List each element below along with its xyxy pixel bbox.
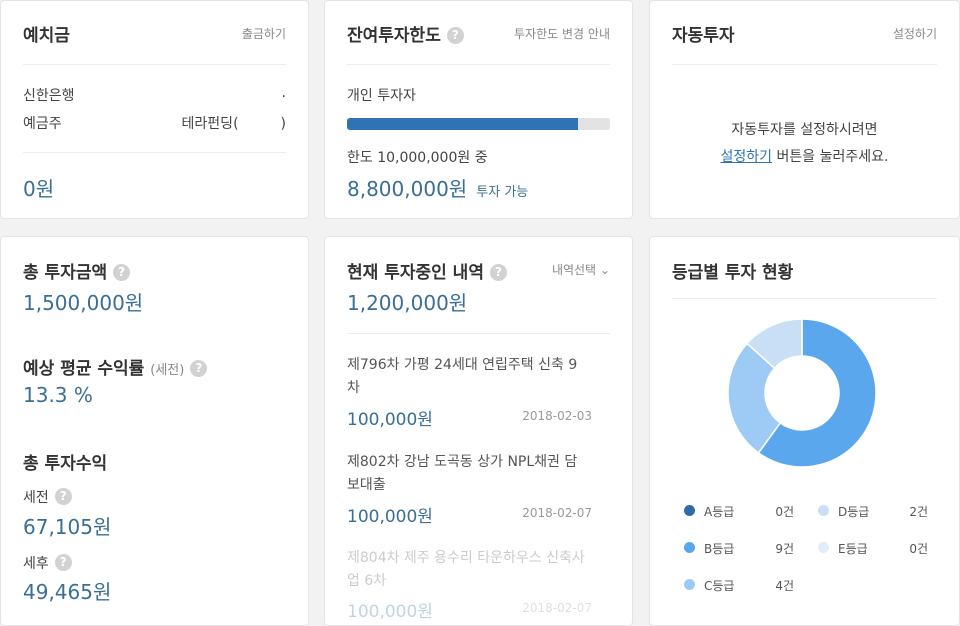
legend-dot xyxy=(684,505,695,516)
holder-label: 예금주 xyxy=(23,116,62,132)
investment-limit-card: 잔여투자한도? 투자한도 변경 안내 개인 투자자 한도 10,000,000원… xyxy=(324,0,633,219)
history-select-dropdown[interactable]: 내역선택 ⌄ xyxy=(552,261,610,278)
total-invest-value: 1,500,000원 xyxy=(23,291,144,315)
investor-type: 개인 투자자 xyxy=(347,88,416,104)
help-icon[interactable]: ? xyxy=(190,360,208,377)
auto-setup-link[interactable]: 설정하기 xyxy=(893,25,937,42)
legend-dot xyxy=(684,579,695,590)
avg-rate-label: 예상 평균 수익률 (세전)? xyxy=(23,354,208,379)
auto-invest-card: 자동투자 설정하기 자동투자를 설정하시려면 설정하기 버튼을 눌러주세요. xyxy=(649,0,960,219)
limit-title-text: 잔여투자한도 xyxy=(347,26,441,46)
limit-title: 잔여투자한도? xyxy=(347,21,464,46)
aftertax-value: 49,465원 xyxy=(23,580,112,604)
grade-donut-chart xyxy=(727,318,877,468)
legend-name: B등급 xyxy=(704,542,735,556)
legend-item-a: A등급 0건 xyxy=(684,503,794,519)
limit-change-guide-link[interactable]: 투자한도 변경 안내 xyxy=(514,25,610,42)
avg-rate-label-text: 예상 평균 수익률 xyxy=(23,359,145,379)
divider xyxy=(23,152,286,153)
legend-item-d: D등급 2건 xyxy=(818,503,928,519)
holder-name: 테라펀딩( xyxy=(181,116,239,132)
auto-message-line1: 자동투자를 설정하시려면 xyxy=(731,122,878,138)
legend-count: 4건 xyxy=(775,579,794,593)
auto-message-rest: 버튼을 눌러주세요. xyxy=(772,149,889,165)
help-icon[interactable]: ? xyxy=(113,264,131,281)
total-invest-label: 총 투자금액? xyxy=(23,258,131,283)
help-icon[interactable]: ? xyxy=(446,27,464,44)
help-icon[interactable]: ? xyxy=(54,488,72,505)
legend-name: E등급 xyxy=(838,542,868,556)
grade-title: 등급별 투자 현황 xyxy=(672,263,794,283)
history-select-label: 내역선택 xyxy=(551,263,597,277)
grade-distribution-card: 등급별 투자 현황 A등급 0건 D등급 2건 B등급 9건 E등급 0건 C등… xyxy=(649,236,960,626)
limit-progress-fill xyxy=(347,118,579,130)
investment-item-date: 2018-02-07 xyxy=(522,506,592,520)
chevron-down-icon: ⌄ xyxy=(599,263,610,277)
current-title: 현재 투자중인 내역? xyxy=(347,258,507,283)
help-icon[interactable]: ? xyxy=(54,554,72,571)
holder-name-end: ) xyxy=(280,116,286,132)
legend-name: A등급 xyxy=(704,505,735,519)
auto-message-line2: 설정하기 버튼을 눌러주세요. xyxy=(650,146,959,166)
bank-account-value: . xyxy=(281,85,286,101)
deposit-card: 예치금 출금하기 신한은행 . 예금주 테라펀딩() 0원 xyxy=(0,0,309,219)
withdraw-link[interactable]: 출금하기 xyxy=(242,25,286,42)
deposit-title: 예치금 xyxy=(23,26,70,46)
investment-item-date: 2018-02-03 xyxy=(522,409,592,423)
investment-summary-card: 총 투자금액? 1,500,000원 예상 평균 수익률 (세전)? 13.3 … xyxy=(0,236,309,626)
bank-label: 신한은행 xyxy=(23,88,75,104)
avg-rate-suffix: (세전) xyxy=(150,363,185,378)
current-title-text: 현재 투자중인 내역 xyxy=(347,263,484,283)
pretax-label-text: 세전 xyxy=(23,490,49,506)
investment-item-amount: 100,000원 xyxy=(347,507,433,527)
legend-count: 9건 xyxy=(775,542,794,556)
pretax-label: 세전? xyxy=(23,487,72,507)
legend-count: 0건 xyxy=(909,542,928,556)
current-investments-card: 현재 투자중인 내역? 내역선택 ⌄ 1,200,000원 제796차 가평 2… xyxy=(324,236,633,626)
divider xyxy=(672,298,937,299)
total-invest-label-text: 총 투자금액 xyxy=(23,263,108,283)
investment-item-title[interactable]: 제802차 강남 도곡동 상가 NPL채권 담보대출 xyxy=(347,451,587,497)
divider xyxy=(23,64,286,65)
deposit-amount: 0원 xyxy=(23,177,55,201)
investment-item-title[interactable]: 제804차 제주 용수리 타운하우스 신축사업 6차 xyxy=(347,547,587,593)
auto-title: 자동투자 xyxy=(672,26,735,46)
avg-rate-value: 13.3 % xyxy=(23,383,93,407)
limit-text: 한도 10,000,000원 중 xyxy=(347,150,488,166)
help-icon[interactable]: ? xyxy=(489,264,507,281)
auto-setup-inline-link[interactable]: 설정하기 xyxy=(721,149,773,165)
pretax-value: 67,105원 xyxy=(23,515,112,539)
legend-dot xyxy=(684,542,695,553)
legend-dot xyxy=(818,505,829,516)
available-row: 8,800,000원 투자 가능 xyxy=(347,173,528,202)
investment-item-title[interactable]: 제796차 가평 24세대 연립주택 신축 9차 xyxy=(347,354,587,400)
investment-item-amount: 100,000원 xyxy=(347,410,433,430)
legend-item-b: B등급 9건 xyxy=(684,540,794,556)
limit-progress-bar xyxy=(347,118,610,130)
total-profit-label: 총 투자수익 xyxy=(23,454,108,474)
current-total: 1,200,000원 xyxy=(347,291,468,315)
divider xyxy=(347,333,610,334)
investment-item-amount: 100,000원 xyxy=(347,602,433,622)
holder-value: 테라펀딩() xyxy=(182,113,286,133)
legend-name: C등급 xyxy=(704,579,735,593)
aftertax-label-text: 세후 xyxy=(23,556,49,572)
divider xyxy=(672,64,937,65)
divider xyxy=(347,64,610,65)
legend-count: 2건 xyxy=(909,505,928,519)
legend-item-e: E등급 0건 xyxy=(818,540,928,556)
legend-name: D등급 xyxy=(838,505,870,519)
available-amount: 8,800,000원 xyxy=(347,177,468,201)
legend-item-c: C등급 4건 xyxy=(684,577,794,593)
aftertax-label: 세후? xyxy=(23,553,72,573)
legend-dot xyxy=(818,542,829,553)
legend-count: 0건 xyxy=(775,505,794,519)
available-label: 투자 가능 xyxy=(476,185,529,200)
